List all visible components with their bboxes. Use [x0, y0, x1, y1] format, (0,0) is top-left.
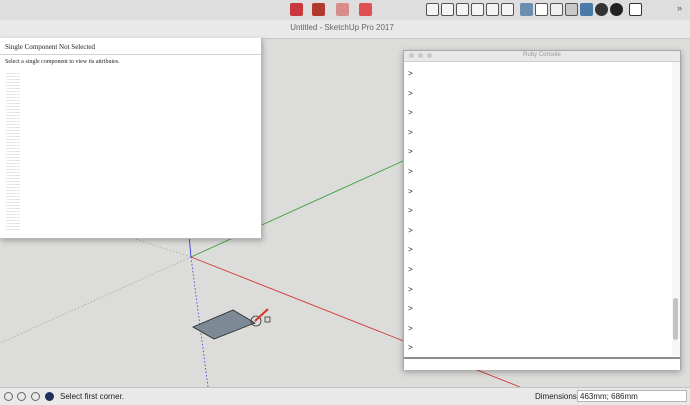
toolbar-overflow-icon[interactable]: » [677, 3, 682, 13]
shadow-icon[interactable] [610, 3, 623, 16]
left-view-icon[interactable] [501, 3, 514, 16]
console-prompt: > [408, 285, 413, 295]
console-prompt: > [408, 246, 413, 256]
monochrome-icon[interactable] [595, 3, 608, 16]
drawing-viewport[interactable]: Single Component Not Selected Select a s… [0, 38, 690, 388]
xray-icon[interactable] [520, 3, 533, 16]
console-prompt: > [408, 109, 413, 119]
console-prompt: > [408, 70, 413, 79]
hidden-line-icon[interactable] [550, 3, 563, 16]
3d-warehouse-icon[interactable] [336, 3, 349, 16]
component-icon[interactable] [312, 3, 325, 16]
right-view-icon[interactable] [471, 3, 484, 16]
console-prompt: > [408, 148, 413, 158]
back-view-icon[interactable] [486, 3, 499, 16]
console-titlebar: Ruby Console [404, 51, 680, 62]
front-view-icon[interactable] [456, 3, 469, 16]
top-view-icon[interactable] [441, 3, 454, 16]
send-to-layout-icon[interactable] [359, 3, 372, 16]
console-prompt: > [408, 89, 413, 99]
credits-icon[interactable] [17, 392, 26, 401]
panel-title: Single Component Not Selected [5, 43, 96, 51]
console-input[interactable] [404, 357, 680, 370]
panel-message: Select a single component to view its at… [5, 59, 120, 65]
dimensions-field[interactable]: 463mm; 686mm [577, 390, 687, 402]
console-scrollbar[interactable] [672, 62, 680, 356]
instructor-icon[interactable] [45, 392, 54, 401]
status-bar: Select first corner. Dimensions 463mm; 6… [0, 387, 690, 405]
panel-divider [0, 54, 261, 55]
console-prompt: > [408, 226, 413, 236]
wireframe-icon[interactable] [535, 3, 548, 16]
console-prompt: > [408, 344, 413, 354]
console-prompt: > [408, 168, 413, 177]
console-prompt: > [408, 266, 413, 275]
x-axis-negative [0, 256, 192, 344]
console-prompt: > [408, 187, 413, 197]
iso-view-icon[interactable] [426, 3, 439, 16]
component-attributes-panel: Single Component Not Selected Select a s… [0, 38, 262, 239]
section-icon[interactable] [629, 3, 642, 16]
geo-location-icon[interactable] [4, 392, 13, 401]
shaded-icon[interactable] [565, 3, 578, 16]
console-prompt: > [408, 128, 413, 138]
panel-line-gutter [6, 71, 20, 231]
status-message: Select first corner. [60, 392, 125, 401]
console-title: Ruby Console [523, 52, 561, 58]
drawn-rectangle [192, 309, 256, 340]
extension-warehouse-icon[interactable] [290, 3, 303, 16]
console-prompt: > [408, 207, 413, 217]
dimensions-label: Dimensions [535, 392, 577, 401]
console-prompt: > [408, 305, 413, 315]
window-title: Untitled - SketchUp Pro 2017 [290, 23, 394, 32]
console-output: > > > > > > > > > > > > > > > [404, 62, 672, 356]
rectangle-cursor-icon [264, 316, 271, 323]
ruby-console-window: Ruby Console > > > > > > > > > > > > > > > [403, 50, 681, 370]
pencil-cursor-icon [254, 308, 269, 322]
window-titlebar: Untitled - SketchUp Pro 2017 [0, 20, 690, 39]
user-account-icon[interactable] [31, 392, 40, 401]
console-prompt: > [408, 324, 413, 334]
toolbar: » [0, 0, 690, 21]
scroll-thumb[interactable] [673, 298, 678, 340]
shaded-textures-icon[interactable] [580, 3, 593, 16]
